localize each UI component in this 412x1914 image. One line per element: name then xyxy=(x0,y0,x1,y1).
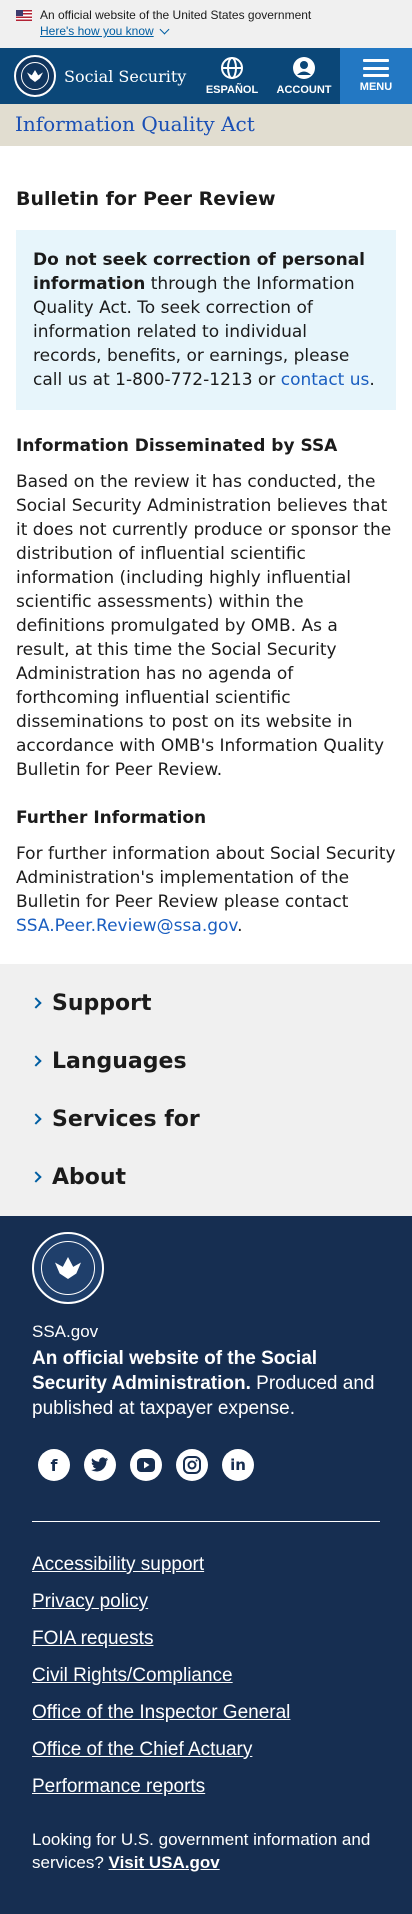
further-text: For further information about Social Sec… xyxy=(16,844,396,912)
further-end: . xyxy=(237,916,243,936)
footer-usa-note: Looking for U.S. government information … xyxy=(32,1828,380,1874)
accordion-label: Support xyxy=(52,990,152,1016)
footer-link-privacy[interactable]: Privacy policy xyxy=(32,1591,380,1613)
chevron-right-icon xyxy=(30,1055,42,1067)
footer-link-civil-rights[interactable]: Civil Rights/Compliance xyxy=(32,1665,380,1687)
instagram-icon[interactable] xyxy=(176,1449,208,1481)
footer-site-name: SSA.gov xyxy=(32,1322,99,1341)
espanol-label: ESPAÑOL xyxy=(205,84,259,96)
social-links: f in xyxy=(32,1449,380,1481)
chevron-right-icon xyxy=(30,997,42,1009)
twitter-icon[interactable] xyxy=(84,1449,116,1481)
accordion-languages[interactable]: Languages xyxy=(0,1032,412,1090)
facebook-icon[interactable]: f xyxy=(38,1449,70,1481)
gov-banner: An official website of the United States… xyxy=(0,0,412,48)
footer-accordions: Support Languages Services for About xyxy=(0,964,412,1216)
globe-icon xyxy=(221,57,243,79)
heres-how-you-know-link[interactable]: Here's how you know xyxy=(40,24,154,38)
chevron-right-icon xyxy=(30,1171,42,1183)
accordion-label: Services for xyxy=(52,1106,200,1132)
site-footer: SSA.gov An official website of the Socia… xyxy=(0,1216,412,1914)
contact-us-link[interactable]: contact us xyxy=(281,370,370,390)
brand-name: Social Security xyxy=(64,66,187,86)
accordion-label: About xyxy=(52,1164,127,1190)
ssa-seal-logo xyxy=(32,1232,104,1304)
footer-links: Accessibility support Privacy policy FOI… xyxy=(32,1554,380,1798)
footer-link-foia[interactable]: FOIA requests xyxy=(32,1628,380,1650)
info-alert: Do not seek correction of personal infor… xyxy=(16,230,396,410)
alert-end: . xyxy=(369,370,375,390)
hamburger-icon xyxy=(363,59,389,77)
footer-link-accessibility[interactable]: Accessibility support xyxy=(32,1554,380,1576)
menu-label: MENU xyxy=(359,81,393,93)
footer-link-chief-actuary[interactable]: Office of the Chief Actuary xyxy=(32,1739,380,1761)
site-header: Social Security ESPAÑOL ACCOUNT MENU xyxy=(0,48,412,104)
accordion-about[interactable]: About xyxy=(0,1148,412,1206)
footer-divider xyxy=(32,1521,380,1522)
home-link[interactable]: Social Security xyxy=(0,48,196,104)
section-body-disseminated: Based on the review it has conducted, th… xyxy=(16,472,392,780)
account-label: ACCOUNT xyxy=(276,84,332,96)
footer-link-inspector-general[interactable]: Office of the Inspector General xyxy=(32,1702,380,1724)
main-content: Bulletin for Peer Review Do not seek cor… xyxy=(0,188,412,938)
account-icon xyxy=(293,57,315,79)
section-heading-further: Further Information xyxy=(16,808,207,828)
section-body-further: For further information about Social Sec… xyxy=(16,842,396,938)
us-flag-icon xyxy=(16,9,32,21)
menu-button[interactable]: MENU xyxy=(340,48,412,104)
gov-banner-toggle[interactable]: Here's how you know xyxy=(40,24,396,38)
gov-banner-text: An official website of the United States… xyxy=(40,8,312,22)
footer-description: An official website of the Social Securi… xyxy=(32,1346,380,1421)
accordion-label: Languages xyxy=(52,1048,187,1074)
page-title-bar: Information Quality Act xyxy=(0,104,412,146)
section-heading-disseminated: Information Disseminated by SSA xyxy=(16,436,338,456)
chevron-down-icon xyxy=(159,24,170,34)
accordion-services-for[interactable]: Services for xyxy=(0,1090,412,1148)
peer-review-email-link[interactable]: SSA.Peer.Review@ssa.gov xyxy=(16,916,237,936)
visit-usa-gov-link[interactable]: Visit USA.gov xyxy=(109,1853,220,1872)
ssa-seal-icon xyxy=(14,55,56,97)
youtube-icon[interactable] xyxy=(130,1449,162,1481)
bulletin-title: Bulletin for Peer Review xyxy=(16,188,276,210)
linkedin-icon[interactable]: in xyxy=(222,1449,254,1481)
accordion-support[interactable]: Support xyxy=(0,974,412,1032)
account-button[interactable]: ACCOUNT xyxy=(268,48,340,104)
chevron-right-icon xyxy=(30,1113,42,1125)
espanol-button[interactable]: ESPAÑOL xyxy=(196,48,268,104)
page-title: Information Quality Act xyxy=(15,112,255,136)
footer-link-performance[interactable]: Performance reports xyxy=(32,1776,380,1798)
